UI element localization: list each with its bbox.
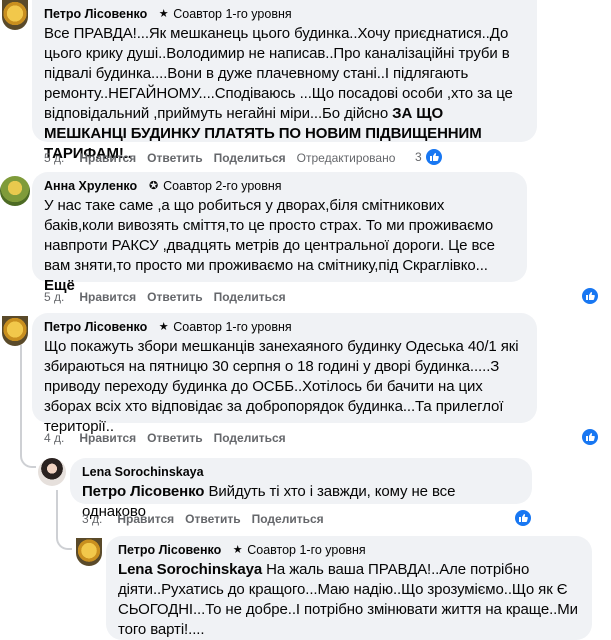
reaction-count[interactable] xyxy=(515,510,531,526)
thumbs-up-icon xyxy=(425,149,442,165)
share-button[interactable]: Поделиться xyxy=(214,290,286,304)
thumbs-up-icon xyxy=(582,429,598,445)
comment-author[interactable]: Петро Лісовенко xyxy=(44,7,147,21)
comment-time[interactable]: 4 д. xyxy=(44,431,64,445)
thumbs-up-icon xyxy=(515,510,531,526)
thread-connector xyxy=(56,520,72,550)
avatar[interactable] xyxy=(2,0,28,30)
contributor-badge[interactable]: ★ Соавтор 1-го уровня xyxy=(157,6,292,21)
comment-author[interactable]: Петро Лісовенко xyxy=(44,320,147,334)
avatar[interactable] xyxy=(0,176,30,206)
comment-text: У нас таке саме ,а що робиться у дворах,… xyxy=(44,196,515,296)
share-button[interactable]: Поделиться xyxy=(252,512,324,526)
comment-actions: 5 д. Нравится Ответить Поделиться Отреда… xyxy=(44,150,395,166)
reply-button[interactable]: Ответить xyxy=(147,290,202,304)
comment-text: Lena Sorochinskaya На жаль ваша ПРАВДА!.… xyxy=(118,560,580,640)
comment-bubble: Петро Лісовенко ★ Соавтор 1-го уровня Що… xyxy=(32,313,537,435)
comment-bubble: Петро Лісовенко ★ Соавтор 1-го уровня Le… xyxy=(106,536,592,640)
like-button[interactable]: Нравится xyxy=(79,431,136,445)
star-icon: ★ xyxy=(158,321,169,333)
contributor-badge[interactable]: ✪ Соавтор 2-го уровня xyxy=(147,178,282,193)
comment-header: Анна Хруленко ✪ Соавтор 2-го уровня xyxy=(44,177,515,194)
thumbs-up-icon xyxy=(582,288,598,304)
comment-header: Петро Лісовенко ★ Соавтор 1-го уровня xyxy=(44,318,525,335)
edited-label: Отредактировано xyxy=(296,151,396,165)
comment-text-plain: У нас таке саме ,а що робиться у дворах,… xyxy=(44,197,495,274)
badge-label: Соавтор 1-го уровня xyxy=(173,6,292,21)
like-button[interactable]: Нравится xyxy=(79,290,136,304)
reply-button[interactable]: Ответить xyxy=(185,512,240,526)
reply-button[interactable]: Ответить xyxy=(147,151,202,165)
comment-bubble: Петро Лісовенко ★ Соавтор 1-го уровня Вс… xyxy=(32,0,537,162)
comment-time[interactable]: 5 д. xyxy=(44,151,64,165)
avatar[interactable] xyxy=(2,316,28,346)
like-button[interactable]: Нравится xyxy=(117,512,174,526)
mention-link[interactable]: Петро Лісовенко xyxy=(82,483,204,500)
ribbon-icon: ✪ xyxy=(149,180,159,192)
contributor-badge[interactable]: ★ Соавтор 1-го уровня xyxy=(157,319,292,334)
comment-text: Що покажуть збори мешканців занехаяного … xyxy=(44,338,519,435)
comment-header: Петро Лісовенко ★ Соавтор 1-го уровня xyxy=(118,541,580,558)
star-icon: ★ xyxy=(232,544,243,556)
reply-button[interactable]: Ответить xyxy=(147,431,202,445)
comment-header: Петро Лісовенко ★ Соавтор 1-го уровня xyxy=(44,5,525,22)
reaction-count[interactable] xyxy=(582,429,598,445)
comment-actions: 3 д. Нравится Ответить Поделиться xyxy=(82,511,324,527)
comment-bubble: Lena Sorochinskaya Петро Лісовенко Вийду… xyxy=(70,458,532,520)
thread-line xyxy=(20,345,22,455)
contributor-badge[interactable]: ★ Соавтор 1-го уровня xyxy=(231,542,366,557)
star-icon: ★ xyxy=(158,8,169,20)
comment-author[interactable]: Lena Sorochinskaya xyxy=(82,465,204,479)
comment-time[interactable]: 3 д. xyxy=(82,512,102,526)
badge-label: Соавтор 1-го уровня xyxy=(173,319,292,334)
share-button[interactable]: Поделиться xyxy=(214,151,286,165)
comment-header: Lena Sorochinskaya xyxy=(82,463,520,480)
thread-connector xyxy=(20,440,36,468)
comment-bubble: Анна Хруленко ✪ Соавтор 2-го уровня У на… xyxy=(32,172,527,294)
avatar[interactable] xyxy=(38,458,66,486)
reaction-count[interactable]: 3 xyxy=(415,149,442,165)
reaction-count[interactable] xyxy=(582,288,598,304)
comment-text: Все ПРАВДА!...Як мешканець цього будинка… xyxy=(44,24,525,164)
badge-label: Соавтор 2-го уровня xyxy=(163,178,282,193)
comment-actions: 5 д. Нравится Ответить Поделиться xyxy=(44,289,286,305)
avatar[interactable] xyxy=(76,538,102,566)
comment-author[interactable]: Анна Хруленко xyxy=(44,179,137,193)
share-button[interactable]: Поделиться xyxy=(214,431,286,445)
like-button[interactable]: Нравится xyxy=(79,151,136,165)
mention-link[interactable]: Lena Sorochinskaya xyxy=(118,561,262,578)
comment-time[interactable]: 5 д. xyxy=(44,290,64,304)
comment-author[interactable]: Петро Лісовенко xyxy=(118,543,221,557)
badge-label: Соавтор 1-го уровня xyxy=(247,542,366,557)
reaction-number: 3 xyxy=(415,150,422,164)
comment-actions: 4 д. Нравится Ответить Поделиться xyxy=(44,430,286,446)
